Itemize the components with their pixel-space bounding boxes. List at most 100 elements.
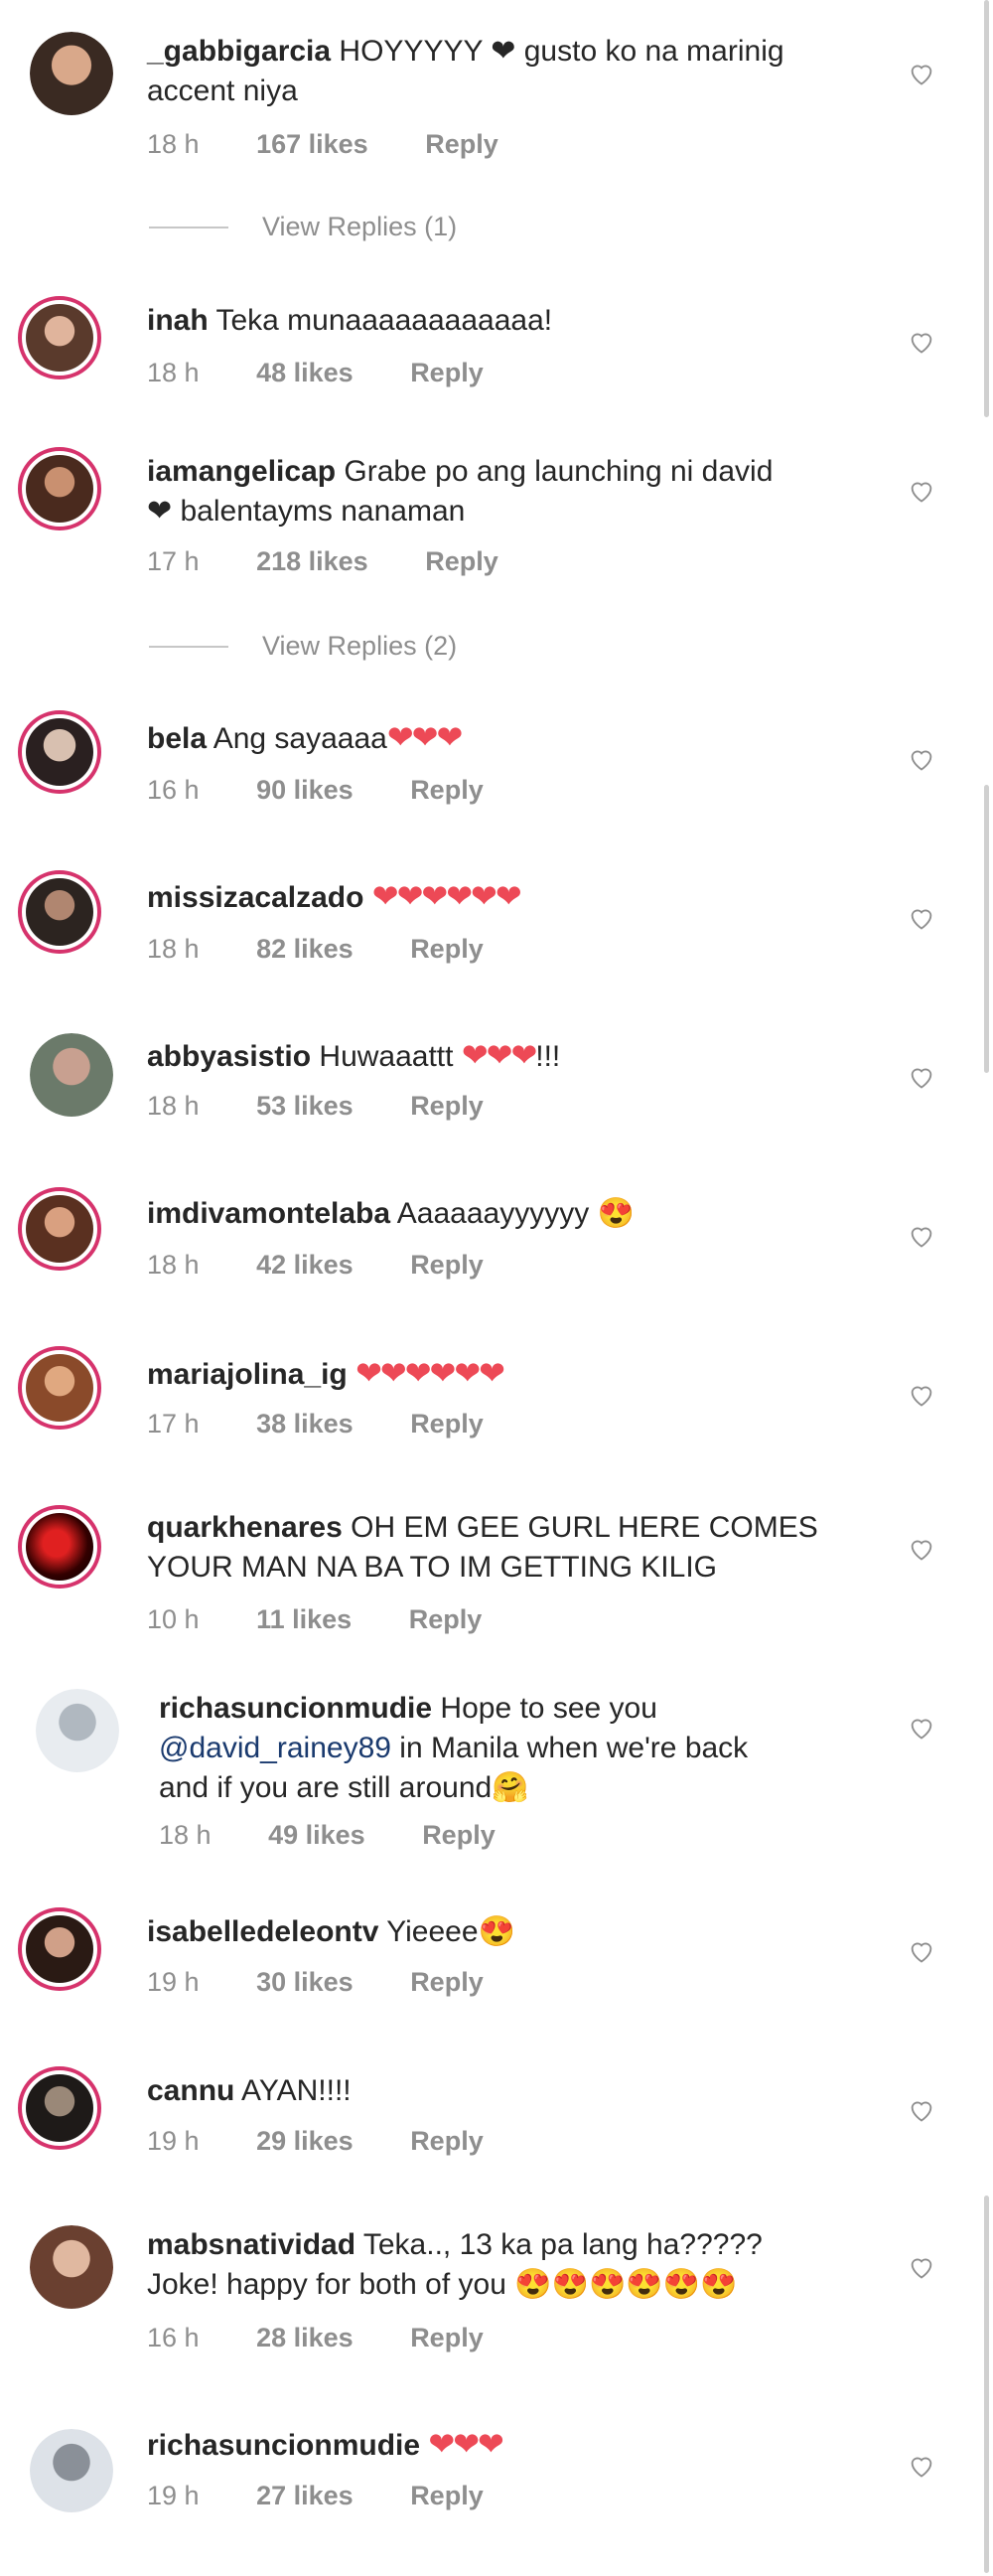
heart-outline-icon[interactable] [908, 328, 935, 356]
comment-likes[interactable]: 29 likes [256, 2126, 354, 2156]
comment-likes[interactable]: 49 likes [268, 1820, 365, 1850]
comment-text: Grabe po ang launching ni david [344, 455, 774, 488]
avatar[interactable] [18, 1505, 101, 1589]
comment-time: 17 h [147, 546, 200, 576]
comment-username[interactable]: missizacalzado [147, 881, 363, 914]
comment-username[interactable]: richasuncionmudie [147, 2429, 420, 2462]
reply-button[interactable]: Reply [422, 1820, 496, 1850]
comment-username[interactable]: richasuncionmudie [159, 1692, 432, 1725]
heart-outline-icon[interactable] [908, 60, 935, 87]
heart-outline-icon[interactable] [908, 1535, 935, 1563]
comment-username[interactable]: cannu [147, 2074, 234, 2107]
heart-outline-icon[interactable] [908, 904, 935, 932]
reply-button[interactable]: Reply [410, 934, 484, 964]
avatar[interactable] [18, 1187, 101, 1271]
comment-time: 16 h [147, 775, 200, 805]
comment-likes[interactable]: 28 likes [256, 2323, 354, 2352]
avatar[interactable] [18, 296, 101, 379]
comment-username[interactable]: inah [147, 304, 209, 337]
comment-time: 16 h [147, 2323, 200, 2352]
comment-text: Ang sayaaaa [213, 722, 387, 755]
comment-username[interactable]: abbyasistio [147, 1040, 311, 1073]
scrollbar[interactable] [984, 2196, 989, 2573]
comment-username[interactable]: imdivamontelaba [147, 1197, 390, 1230]
reply-button[interactable]: Reply [410, 358, 484, 387]
avatar[interactable] [30, 2429, 113, 2512]
view-replies-button[interactable]: View Replies (2) [149, 631, 457, 662]
avatar[interactable] [18, 710, 101, 794]
comment-likes[interactable]: 167 likes [256, 129, 368, 159]
comment-time: 10 h [147, 1604, 200, 1634]
comment-text: AYAN!!!! [241, 2074, 352, 2107]
heart-outline-icon[interactable] [908, 2452, 935, 2480]
avatar[interactable] [30, 2225, 113, 2309]
avatar[interactable] [36, 1689, 119, 1772]
comment-text: accent niya [147, 75, 298, 107]
comment-likes[interactable]: 53 likes [256, 1091, 354, 1121]
heart-eyes-emoji: 😍 [478, 1915, 515, 1948]
reply-button[interactable]: Reply [410, 1091, 484, 1121]
heart-outline-icon[interactable] [908, 2253, 935, 2281]
scrollbar[interactable] [984, 0, 989, 417]
view-replies-button[interactable]: View Replies (1) [149, 212, 457, 242]
comment-time: 18 h [147, 358, 200, 387]
comment-likes[interactable]: 90 likes [256, 775, 354, 805]
comment-text: !!! [535, 1040, 561, 1073]
avatar[interactable] [18, 2066, 101, 2150]
heart-outline-icon[interactable] [908, 2096, 935, 2124]
comment-text: Teka munaaaaaaaaaaaa! [215, 304, 553, 337]
comment-likes[interactable]: 42 likes [256, 1250, 354, 1280]
avatar[interactable] [18, 870, 101, 954]
hugging-emoji: 🤗 [492, 1771, 529, 1804]
comment-likes[interactable]: 48 likes [256, 358, 354, 387]
view-replies-label[interactable]: View Replies (1) [262, 212, 457, 242]
reply-button[interactable]: Reply [425, 129, 498, 159]
avatar[interactable] [18, 447, 101, 530]
view-replies-label[interactable]: View Replies (2) [262, 631, 457, 662]
avatar[interactable] [30, 32, 113, 115]
reply-button[interactable]: Reply [410, 1967, 484, 1997]
comment-time: 18 h [147, 1091, 200, 1121]
reply-button[interactable]: Reply [410, 2323, 484, 2352]
comment-username[interactable]: iamangelicap [147, 455, 336, 488]
heart-outline-icon[interactable] [908, 1937, 935, 1965]
heart-outline-icon[interactable] [908, 745, 935, 773]
heart-outline-icon[interactable] [908, 1222, 935, 1250]
comment-text: and if you are still around [159, 1771, 493, 1804]
scrollbar[interactable] [984, 785, 989, 1073]
heart-outline-icon[interactable] [908, 1714, 935, 1742]
avatar[interactable] [18, 1346, 101, 1430]
reply-button[interactable]: Reply [425, 546, 498, 576]
reply-button[interactable]: Reply [410, 1250, 484, 1280]
heart-outline-icon[interactable] [908, 1381, 935, 1409]
comment-likes[interactable]: 27 likes [256, 2481, 354, 2510]
reply-button[interactable]: Reply [410, 775, 484, 805]
comment-likes[interactable]: 38 likes [256, 1409, 354, 1439]
comment-username[interactable]: mabsnatividad [147, 2228, 355, 2261]
divider [149, 645, 228, 648]
comment-likes[interactable]: 218 likes [256, 546, 368, 576]
reply-button[interactable]: Reply [410, 1409, 484, 1439]
comment-username[interactable]: isabelledeleontv [147, 1915, 378, 1948]
reply-button[interactable]: Reply [410, 2481, 484, 2510]
avatar[interactable] [30, 1033, 113, 1117]
comment-list: _gabbigarcia HOYYYYY ❤ gusto ko na marin… [0, 0, 993, 2576]
comment-username[interactable]: quarkhenares [147, 1511, 343, 1544]
comment-time: 19 h [147, 2481, 200, 2510]
heart-outline-icon[interactable] [908, 477, 935, 505]
avatar[interactable] [18, 1907, 101, 1991]
heart-emoji: ❤❤❤❤❤❤ [355, 1355, 505, 1391]
mention-link[interactable]: @david_rainey89 [159, 1732, 391, 1764]
comment-username[interactable]: bela [147, 722, 207, 755]
heart-eyes-emoji: 😍 [597, 1197, 635, 1230]
reply-button[interactable]: Reply [409, 1604, 483, 1634]
comment-likes[interactable]: 11 likes [256, 1604, 352, 1634]
comment-text: Teka.., 13 ka pa lang ha????? [362, 2228, 763, 2261]
reply-button[interactable]: Reply [410, 2126, 484, 2156]
comment-username[interactable]: mariajolina_ig [147, 1358, 348, 1391]
comment-username[interactable]: _gabbigarcia [147, 35, 331, 68]
heart-emoji: ❤❤❤ [428, 2426, 503, 2462]
comment-likes[interactable]: 30 likes [256, 1967, 354, 1997]
heart-outline-icon[interactable] [908, 1063, 935, 1091]
comment-likes[interactable]: 82 likes [256, 934, 354, 964]
